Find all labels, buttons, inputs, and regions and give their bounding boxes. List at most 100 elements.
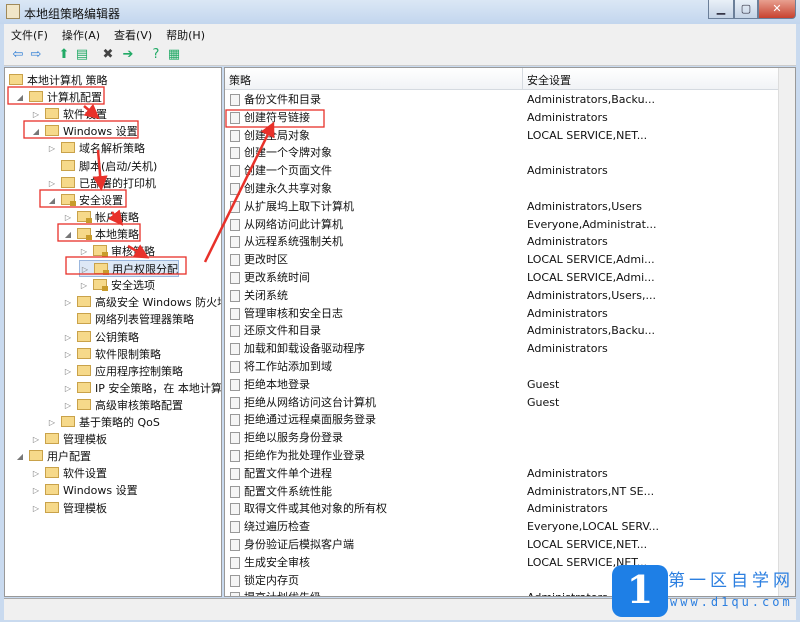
- expand-icon[interactable]: ▷: [47, 140, 57, 157]
- show-hide-tree-icon[interactable]: ▤: [74, 47, 90, 63]
- expand-icon[interactable]: ▷: [63, 380, 73, 397]
- policy-row[interactable]: 取得文件或其他对象的所有权 Administrators: [225, 500, 795, 518]
- column-header-policy[interactable]: 策略: [229, 72, 251, 88]
- policy-row[interactable]: 创建一个页面文件 Administrators: [225, 162, 795, 180]
- expand-icon[interactable]: ▷: [31, 500, 41, 517]
- policy-row[interactable]: 配置文件单个进程 Administrators: [225, 465, 795, 483]
- tree-item[interactable]: ▷ 管理模板: [31, 431, 107, 448]
- tree-item-label: 管理模板: [63, 433, 107, 447]
- folder-icon: [61, 159, 75, 171]
- policy-row[interactable]: 创建全局对象 LOCAL SERVICE,NET...: [225, 127, 795, 145]
- expand-icon[interactable]: ▷: [80, 261, 90, 278]
- policy-row[interactable]: 创建一个令牌对象: [225, 144, 795, 162]
- collapse-icon[interactable]: ◢: [15, 89, 25, 106]
- policy-row[interactable]: 拒绝作为批处理作业登录: [225, 447, 795, 465]
- tree-item[interactable]: ▷ 安全选项: [79, 277, 155, 294]
- tree-item[interactable]: ◢ 本地策略: [63, 226, 139, 243]
- tree-item[interactable]: ▷ 公钥策略: [63, 329, 139, 346]
- expand-icon[interactable]: ▷: [63, 346, 73, 363]
- tree-item[interactable]: ▷ IP 安全策略，在 本地计算机: [63, 380, 221, 397]
- expand-icon[interactable]: ▷: [31, 482, 41, 499]
- menu-file[interactable]: 文件(F): [4, 24, 55, 46]
- tree-item[interactable]: ▷ 软件设置: [31, 465, 107, 482]
- properties-icon[interactable]: ▦: [166, 47, 182, 63]
- tree-item-label: 帐户策略: [95, 210, 139, 224]
- policy-row[interactable]: 管理审核和安全日志 Administrators: [225, 305, 795, 323]
- policy-row[interactable]: 创建符号链接 Administrators: [225, 109, 795, 127]
- tree-item[interactable]: 脚本(启动/关机): [47, 158, 157, 175]
- tree-item[interactable]: ▷ 域名解析策略: [47, 140, 145, 157]
- collapse-icon[interactable]: ◢: [63, 226, 73, 243]
- tree-item[interactable]: ▷ 软件限制策略: [63, 346, 161, 363]
- policy-row[interactable]: 拒绝以服务身份登录: [225, 429, 795, 447]
- expand-icon[interactable]: ▷: [47, 175, 57, 192]
- minimize-button[interactable]: ▁: [708, 0, 734, 19]
- tree-item[interactable]: ▷ 用户权限分配: [79, 260, 179, 278]
- policy-row[interactable]: 将工作站添加到域: [225, 358, 795, 376]
- policy-row[interactable]: 拒绝本地登录 Guest: [225, 376, 795, 394]
- expand-icon[interactable]: ▷: [31, 106, 41, 123]
- policy-row[interactable]: 绕过遍历检查 Everyone,LOCAL SERV...: [225, 518, 795, 536]
- collapse-icon[interactable]: ◢: [31, 123, 41, 140]
- policy-row[interactable]: 更改系统时间 LOCAL SERVICE,Admi...: [225, 269, 795, 287]
- security-setting: LOCAL SERVICE,Admi...: [527, 253, 655, 267]
- close-button[interactable]: ✕: [758, 0, 796, 19]
- menu-view[interactable]: 查看(V): [107, 24, 159, 46]
- export-list-icon[interactable]: ➔: [120, 47, 136, 63]
- tree-item[interactable]: ◢ Windows 设置: [31, 123, 138, 140]
- tree-item[interactable]: ▷ 应用程序控制策略: [63, 363, 183, 380]
- policy-row[interactable]: 还原文件和目录 Administrators,Backu...: [225, 322, 795, 340]
- policy-row[interactable]: 从网络访问此计算机 Everyone,Administrat...: [225, 216, 795, 234]
- tree-item[interactable]: ◢ 用户配置: [15, 448, 91, 465]
- collapse-icon[interactable]: ◢: [47, 192, 57, 209]
- policy-row[interactable]: 备份文件和目录 Administrators,Backu...: [225, 91, 795, 109]
- tree-item[interactable]: ▷ 审核策略: [79, 243, 155, 260]
- tree-item[interactable]: 本地计算机 策略: [5, 72, 108, 89]
- expand-icon[interactable]: ▷: [47, 414, 57, 431]
- tree-item[interactable]: ▷ 高级审核策略配置: [63, 397, 183, 414]
- collapse-icon[interactable]: ◢: [15, 448, 25, 465]
- tree-item[interactable]: 网络列表管理器策略: [63, 311, 194, 328]
- delete-icon[interactable]: ✖: [100, 47, 116, 63]
- help-icon[interactable]: ?: [148, 47, 164, 63]
- policy-row[interactable]: 拒绝从网络访问这台计算机 Guest: [225, 394, 795, 412]
- policy-row[interactable]: 更改时区 LOCAL SERVICE,Admi...: [225, 251, 795, 269]
- security-setting: LOCAL SERVICE,NET...: [527, 538, 648, 551]
- tree-item[interactable]: ▷ 高级安全 Windows 防火墙: [63, 294, 221, 311]
- column-header-security-setting[interactable]: 安全设置: [527, 72, 571, 88]
- menu-help[interactable]: 帮助(H): [159, 24, 212, 46]
- tree-item[interactable]: ◢ 计算机配置: [15, 89, 102, 106]
- tree-item[interactable]: ▷ 软件设置: [31, 106, 107, 123]
- vertical-scrollbar[interactable]: [778, 68, 795, 596]
- policy-row[interactable]: 配置文件系统性能 Administrators,NT SE...: [225, 483, 795, 501]
- policy-row[interactable]: 从远程系统强制关机 Administrators: [225, 233, 795, 251]
- expand-icon[interactable]: ▷: [63, 294, 73, 311]
- forward-arrow-icon[interactable]: ⇨: [28, 47, 44, 63]
- tree-item[interactable]: ◢ 安全设置: [47, 192, 123, 209]
- policy-row[interactable]: 加载和卸载设备驱动程序 Administrators: [225, 340, 795, 358]
- up-folder-icon[interactable]: ⬆: [56, 47, 72, 63]
- policy-icon: [230, 592, 240, 596]
- menu-action[interactable]: 操作(A): [55, 24, 107, 46]
- expand-icon[interactable]: ▷: [63, 363, 73, 380]
- expand-icon[interactable]: ▷: [31, 465, 41, 482]
- policy-row[interactable]: 关闭系统 Administrators,Users,...: [225, 287, 795, 305]
- expand-icon[interactable]: ▷: [79, 243, 89, 260]
- tree-item[interactable]: ▷ 帐户策略: [63, 209, 139, 226]
- back-arrow-icon[interactable]: ⇦: [10, 47, 26, 63]
- expand-icon[interactable]: ▷: [79, 277, 89, 294]
- tree-item[interactable]: ▷ 已部署的打印机: [47, 175, 156, 192]
- tree-item[interactable]: ▷ Windows 设置: [31, 482, 138, 499]
- expand-icon[interactable]: ▷: [63, 397, 73, 414]
- policy-row[interactable]: 拒绝通过远程桌面服务登录: [225, 411, 795, 429]
- maximize-button[interactable]: ▢: [734, 0, 758, 19]
- expand-icon[interactable]: ▷: [31, 431, 41, 448]
- policy-row[interactable]: 从扩展坞上取下计算机 Administrators,Users: [225, 198, 795, 216]
- policy-row[interactable]: 创建永久共享对象: [225, 180, 795, 198]
- tree-item[interactable]: ▷ 管理模板: [31, 500, 107, 517]
- expand-icon[interactable]: ▷: [63, 209, 73, 226]
- security-setting: Administrators: [527, 342, 608, 356]
- tree-item[interactable]: ▷ 基于策略的 QoS: [47, 414, 160, 431]
- policy-row[interactable]: 身份验证后模拟客户端 LOCAL SERVICE,NET...: [225, 536, 795, 554]
- expand-icon[interactable]: ▷: [63, 329, 73, 346]
